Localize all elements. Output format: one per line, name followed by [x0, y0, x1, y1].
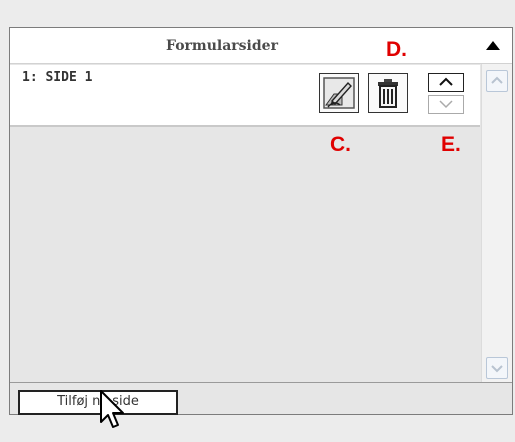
- move-up-button[interactable]: [428, 73, 464, 92]
- trash-icon: [378, 79, 398, 108]
- add-page-button[interactable]: Tilføj ny side: [18, 390, 178, 415]
- delete-page-button[interactable]: [368, 73, 408, 113]
- scroll-down-icon: [491, 365, 503, 373]
- scroll-up-icon: [491, 76, 503, 84]
- panel-footer: Tilføj ny side: [10, 382, 512, 415]
- form-pages-panel: Formularsider 1: SIDE 1 Tilføj ny side: [9, 27, 513, 415]
- panel-title: Formularsider: [166, 38, 278, 54]
- scroll-up-button[interactable]: [486, 70, 508, 92]
- annotation-e: E.: [441, 133, 461, 156]
- move-down-button[interactable]: [428, 95, 464, 114]
- scroll-down-button[interactable]: [486, 357, 508, 379]
- annotation-c: C.: [330, 133, 351, 156]
- panel-header: Formularsider: [10, 28, 512, 64]
- page-list: 1: SIDE 1: [10, 64, 480, 382]
- chevron-down-icon: [439, 100, 453, 109]
- vertical-scrollbar[interactable]: [481, 64, 512, 384]
- edit-pencil-icon: [323, 77, 355, 109]
- page-label: 1: SIDE 1: [22, 70, 93, 85]
- collapse-icon[interactable]: [486, 41, 500, 50]
- annotation-d: D.: [386, 38, 407, 61]
- chevron-up-icon: [439, 77, 453, 86]
- list-item[interactable]: 1: SIDE 1: [10, 65, 480, 127]
- mouse-pointer-icon: [100, 390, 124, 428]
- edit-page-button[interactable]: [319, 73, 359, 113]
